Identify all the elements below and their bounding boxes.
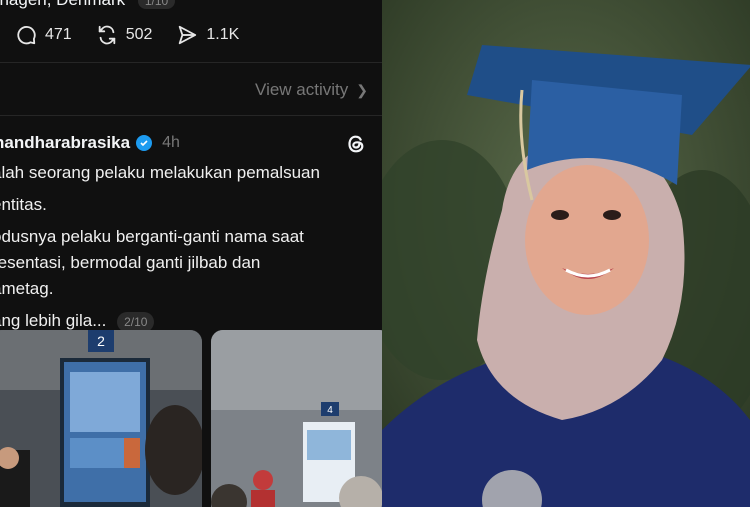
username[interactable]: nandharabrasika [0,133,130,153]
post-line: alah seorang pelaku melakukan pemalsuan [0,163,320,182]
post-image-2[interactable]: 4 [211,330,382,507]
reply-count: 471 [45,26,72,43]
portrait-illustration [382,0,750,507]
divider [0,62,382,63]
post-line: ang lebih gila... [0,311,107,330]
post-text: alah seorang pelaku melakukan pemalsuan … [0,160,372,340]
graduation-portrait-photo [382,0,750,507]
share-button[interactable]: 1.1K [176,24,239,46]
post-header: nandharabrasika 4h [0,133,180,153]
reply-button[interactable]: 471 [15,24,72,46]
post-line: entitas. [0,195,47,214]
send-icon [179,25,197,45]
share-count: 1.1K [206,26,240,43]
comment-icon [17,26,36,45]
post-line: resentasi, bermodal ganti jilbab dan [0,253,261,272]
post-time: 4h [162,134,180,151]
location-text: nhagen, Denmark [0,0,125,9]
repost-button[interactable]: 502 [96,24,153,46]
poster-hall-photo: 2 [0,330,202,507]
post-actions-row: 471 502 1.1K [15,24,239,46]
post-location-caption: nhagen, Denmark 1/10 [0,0,176,10]
post-image-1[interactable]: 2 [0,330,202,507]
threads-logo-icon [348,135,364,153]
divider [0,115,382,116]
poster-hall-photo: 4 [211,330,382,507]
poster-number-sign: 4 [327,405,333,416]
post-line: ametag. [0,279,54,298]
verified-badge-icon [136,135,153,151]
image-pager-badge: 2/10 [117,311,155,332]
threads-post-screenshot: nhagen, Denmark 1/10 471 502 1.1K View a… [0,0,382,507]
post-line: odusnya pelaku berganti-ganti nama saat [0,227,304,246]
repost-count: 502 [125,26,153,43]
view-activity-link[interactable]: View activity ❯ [255,80,368,100]
repost-icon [98,25,115,45]
image-pager-badge: 1/10 [137,0,176,9]
poster-number-sign: 2 [97,333,105,349]
view-activity-label: View activity [255,80,349,99]
chevron-right-icon: ❯ [356,81,368,98]
